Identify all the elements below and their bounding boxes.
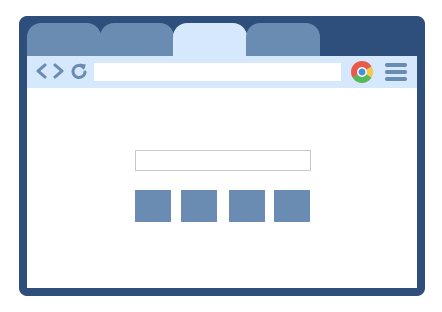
content-button-1[interactable]	[135, 190, 171, 222]
reload-icon[interactable]	[69, 61, 89, 81]
browser-toolbar	[27, 56, 417, 88]
content-button-4[interactable]	[274, 190, 310, 222]
forward-arrow-icon[interactable]	[49, 62, 67, 80]
content-button-2[interactable]	[181, 190, 217, 222]
page-content	[27, 88, 417, 288]
hamburger-menu-icon[interactable]	[385, 62, 407, 82]
content-button-3[interactable]	[229, 190, 265, 222]
page-root	[0, 0, 442, 312]
tab-active[interactable]	[173, 23, 247, 57]
tab-1[interactable]	[27, 23, 101, 57]
browser-window	[19, 16, 425, 296]
address-bar[interactable]	[94, 63, 341, 81]
tab-4[interactable]	[246, 23, 320, 57]
search-input[interactable]	[135, 150, 311, 171]
browser-logo-icon[interactable]	[350, 60, 374, 84]
tab-2[interactable]	[100, 23, 174, 57]
